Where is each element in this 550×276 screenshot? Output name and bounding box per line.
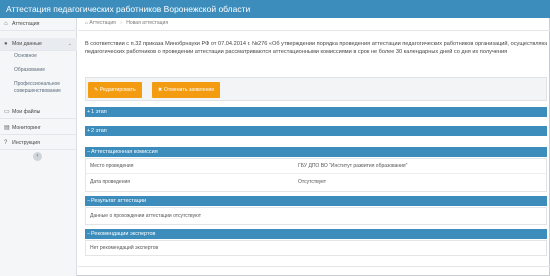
result-details: Данные о прохождении аттестации отсутств… (85, 207, 547, 225)
home-icon: ⌂ (4, 21, 8, 27)
chevron-down-icon: ⌄ (67, 41, 72, 47)
question-icon: ? (4, 140, 8, 146)
commission-details: Место проведения ГБУ ДПО ВО "Институт ра… (85, 158, 547, 192)
plus-icon: + (87, 128, 91, 134)
plus-icon: + (87, 109, 91, 115)
section-commission[interactable]: − Аттестационная комиссия (85, 147, 547, 157)
app-header: Аттестация педагогических работников Вор… (0, 0, 550, 18)
place-label: Место проведения (90, 163, 134, 169)
edit-button[interactable]: ✎ Редактировать (88, 82, 142, 98)
minus-icon: − (87, 231, 91, 237)
sidebar-item-instruction[interactable]: ? Инструкция (0, 137, 77, 150)
minus-icon: − (87, 149, 91, 155)
date-label: Дата проведения (90, 179, 130, 185)
app-title: Аттестация педагогических работников Вор… (6, 4, 251, 14)
breadcrumb-root[interactable]: Аттестация (89, 20, 115, 26)
section-recommendations[interactable]: − Рекомендации экспертов (85, 229, 547, 239)
result-text: Данные о прохождении аттестации отсутств… (90, 213, 202, 219)
breadcrumb: ⌂ Аттестация › Новая аттестация (85, 20, 168, 26)
sidebar-item-my-files[interactable]: ▭ Мои файлы (0, 106, 77, 119)
date-value: Отсутствует (298, 179, 327, 185)
chart-icon: ▤ (4, 125, 10, 131)
section-stage-1[interactable]: + 1 этап (85, 107, 547, 117)
minus-icon: − (87, 198, 91, 204)
sidebar-item-attestation[interactable]: ⌂ Аттестация (0, 18, 77, 31)
place-value: ГБУ ДПО ВО "Институт развития образовани… (298, 163, 408, 169)
cancel-application-button[interactable]: ✖ Отменить заявление (152, 82, 221, 98)
breadcrumb-separator: › (120, 20, 122, 26)
row-divider (86, 173, 546, 174)
sidebar-subitem-professional[interactable]: Профессиональное совершенствование (0, 81, 70, 94)
cancel-icon: ✖ (158, 87, 163, 93)
recommendations-text: Нет рекомендаций экспертов (90, 245, 159, 251)
chevron-left-icon[interactable]: ‹ (33, 152, 42, 161)
sidebar-subitem-education[interactable]: Образование (0, 67, 77, 74)
section-stage-2[interactable]: + 2 этап (85, 126, 547, 136)
breadcrumb-current: Новая аттестация (126, 20, 169, 26)
intro-text: В соответствии с п.32 приказа Минобрнаук… (85, 41, 547, 55)
sidebar: ⌂ Аттестация ● Мои данные ⌄ Основное Обр… (0, 18, 77, 276)
file-icon: ▭ (4, 109, 10, 115)
recommendations-details: Нет рекомендаций экспертов (85, 240, 547, 256)
home-icon: ⌂ (85, 20, 89, 26)
divider (78, 266, 550, 267)
sidebar-item-my-data[interactable]: ● Мои данные ⌄ (0, 38, 77, 51)
sidebar-subitem-basic[interactable]: Основное (0, 53, 77, 60)
section-result[interactable]: − Результат аттестации (85, 196, 547, 206)
divider (78, 30, 550, 31)
user-icon: ● (4, 41, 8, 47)
edit-icon: ✎ (94, 87, 99, 93)
sidebar-item-monitoring[interactable]: ▤ Мониторинг (0, 122, 77, 135)
